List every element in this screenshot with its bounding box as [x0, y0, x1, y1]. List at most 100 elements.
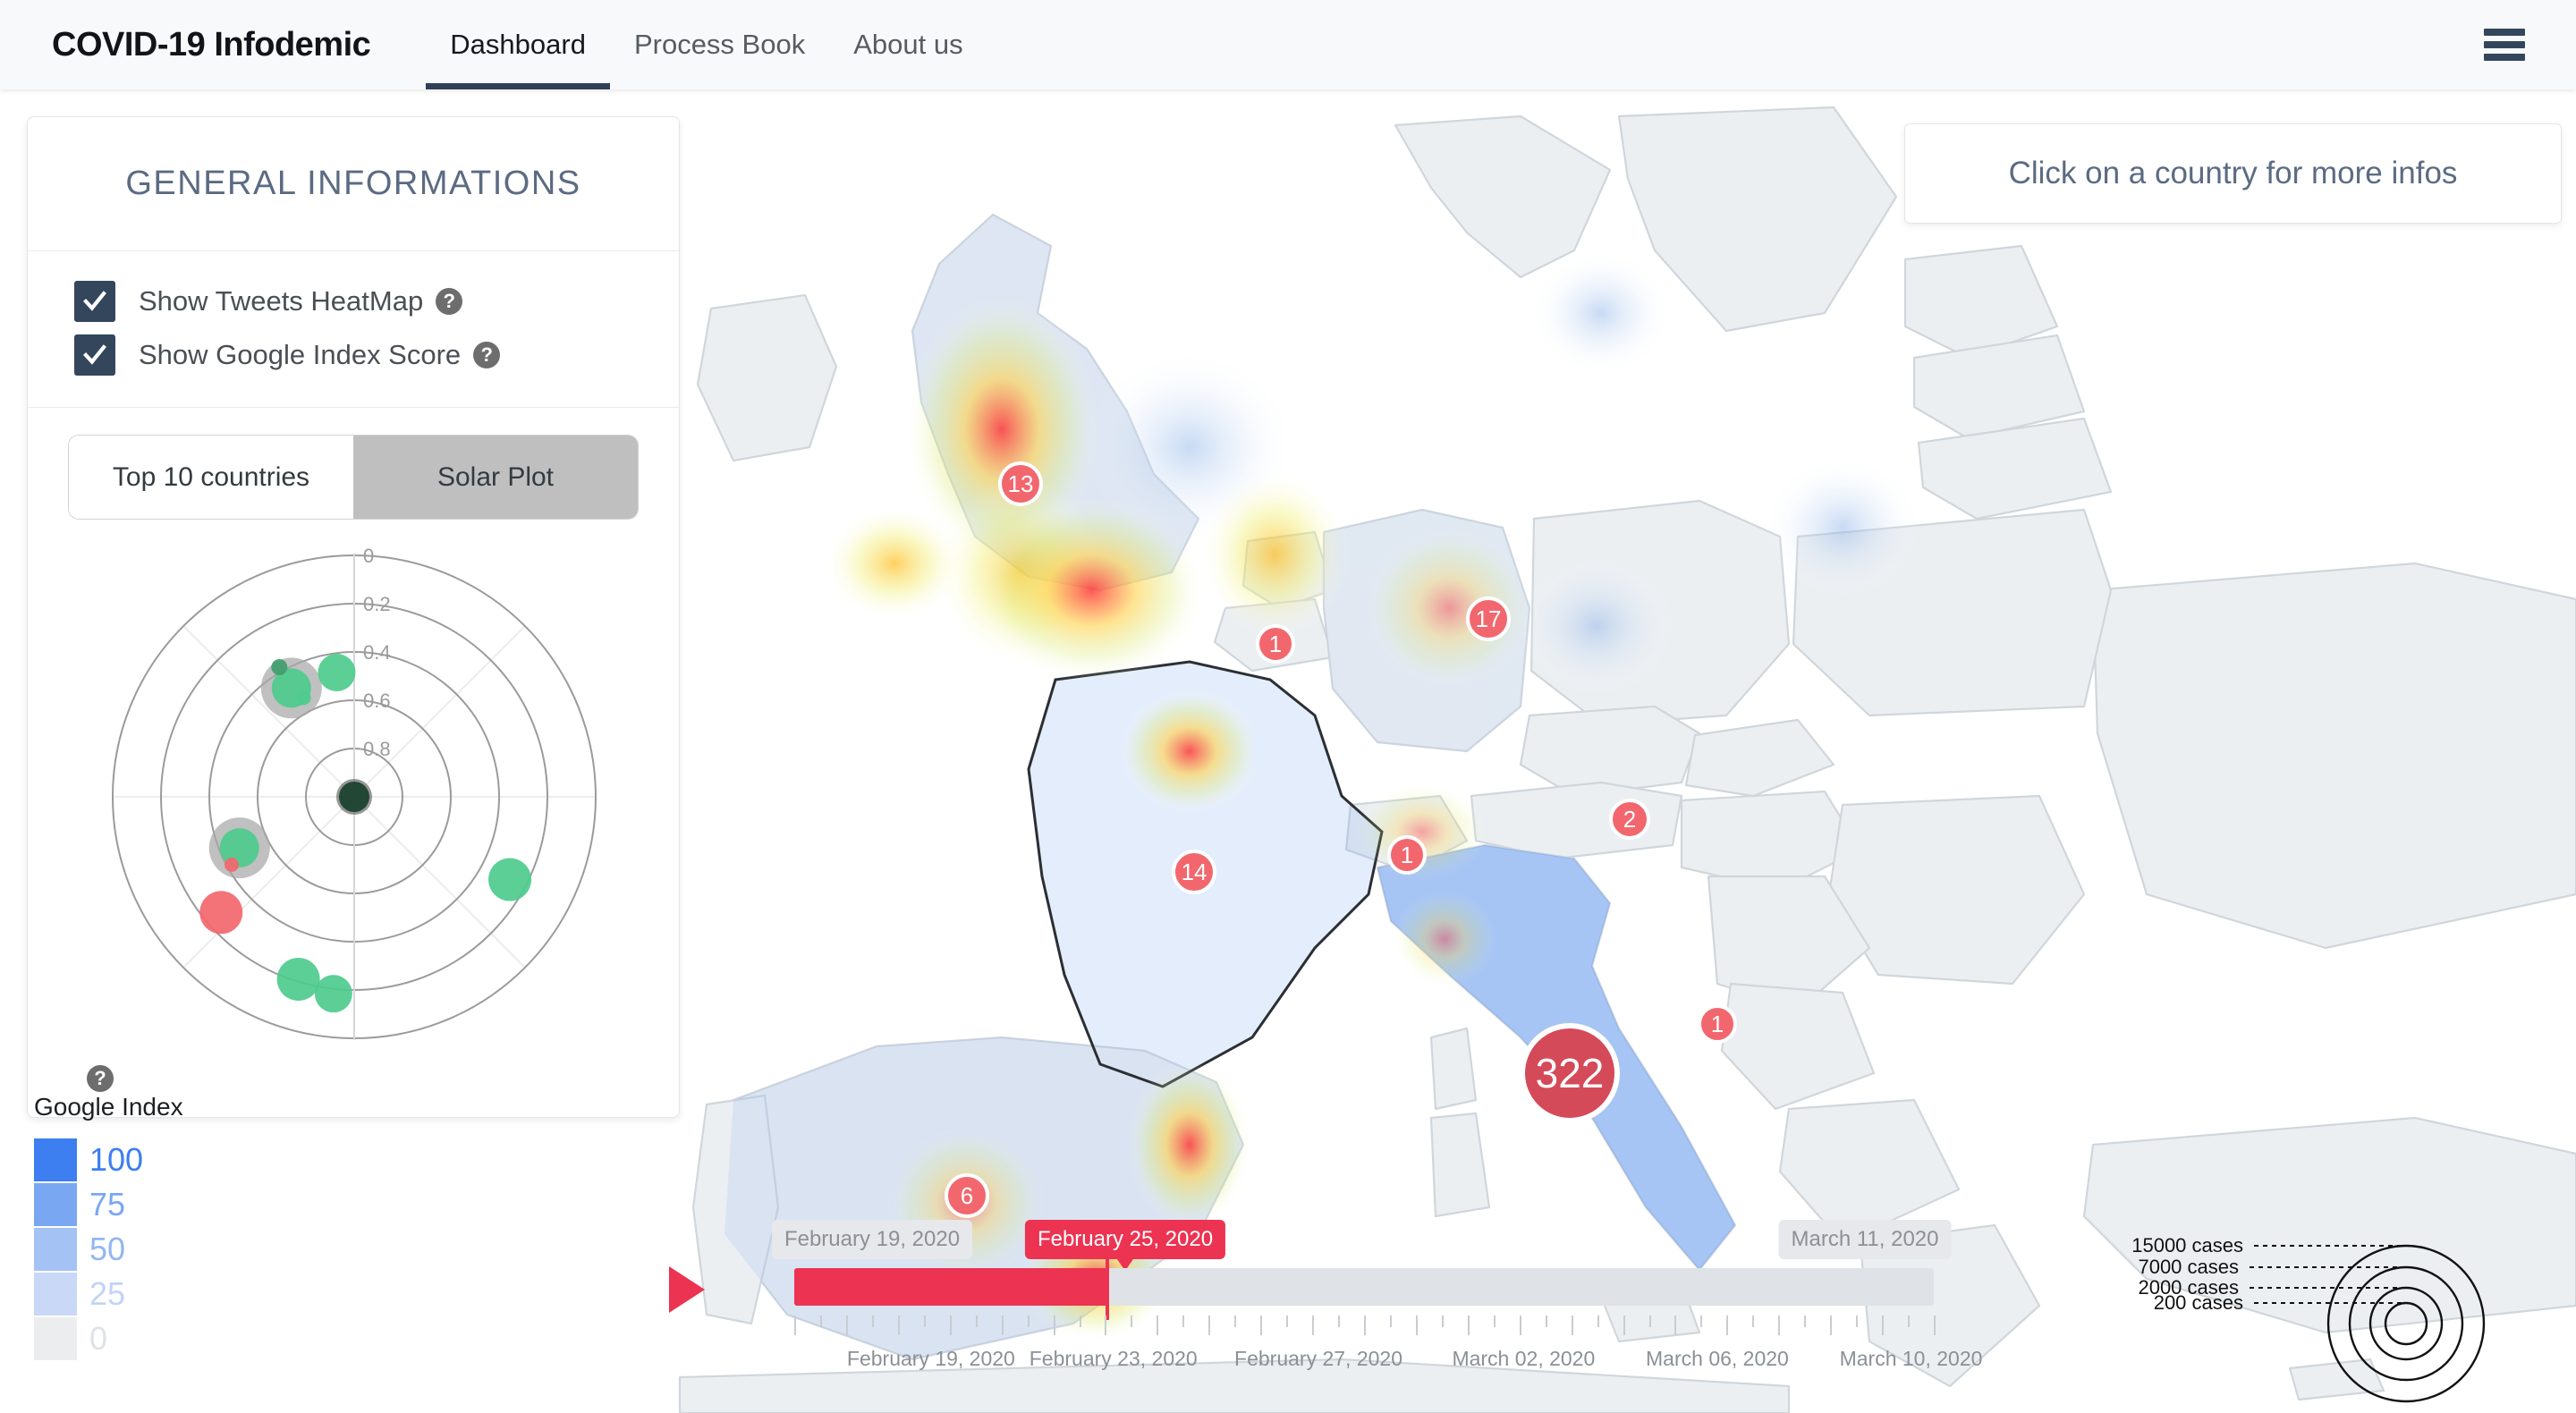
- timeline-tick: [1182, 1316, 1185, 1327]
- page-title: COVID-19 Infodemic: [52, 25, 371, 63]
- solar-plot[interactable]: 0 0.2 0.4 0.6 0.8: [28, 529, 679, 1065]
- panel-header: GENERAL INFORMATIONS: [28, 117, 679, 251]
- timeline-tick: [1571, 1316, 1573, 1335]
- general-information-panel: GENERAL INFORMATIONS Show Tweets HeatMap…: [27, 116, 680, 1118]
- map-bubble-spain[interactable]: 6: [945, 1173, 989, 1218]
- solar-point-3[interactable]: [318, 653, 356, 691]
- bubble-value: 6: [960, 1181, 974, 1209]
- bubble-value: 17: [1475, 605, 1502, 632]
- app-root: COVID-19 Infodemic Dashboard Process Boo…: [0, 0, 2576, 1413]
- country-info-panel: Click on a country for more infos: [1904, 123, 2562, 224]
- timeline-tick: [1389, 1316, 1392, 1327]
- solar-point-4[interactable]: [339, 782, 369, 812]
- timeline-tick: [1934, 1316, 1936, 1335]
- bubble-value: 14: [1181, 858, 1208, 885]
- solar-plot-svg: 0 0.2 0.4 0.6 0.8: [112, 545, 597, 1040]
- checkbox-google-index[interactable]: [74, 334, 115, 376]
- tab-solar-plot[interactable]: Solar Plot: [353, 436, 638, 519]
- solar-point-10[interactable]: [488, 858, 532, 901]
- radial-tick-4: 0.8: [363, 738, 391, 760]
- bubble-value: 13: [1007, 470, 1034, 497]
- timeline-tick: [949, 1316, 952, 1335]
- timeline-tick: [1027, 1316, 1030, 1327]
- map-bubble-switzerland[interactable]: 1: [1387, 835, 1427, 875]
- map-bubble-italy[interactable]: 322: [1520, 1023, 1620, 1123]
- legend-value: 100: [89, 1141, 144, 1178]
- map-bubble-austria[interactable]: 2: [1609, 799, 1650, 840]
- timeline-tick: [1778, 1316, 1781, 1335]
- help-icon-solar-plot[interactable]: ?: [87, 1065, 114, 1092]
- timeline-tick: [1752, 1316, 1755, 1327]
- timeline-tick: [1001, 1316, 1004, 1335]
- bubble-value: 322: [1535, 1050, 1605, 1096]
- navbar: COVID-19 Infodemic Dashboard Process Boo…: [0, 0, 2576, 89]
- timeline-handle[interactable]: [1106, 1254, 1110, 1320]
- radial-tick-1: 0.2: [363, 593, 391, 615]
- tick-label: February 19, 2020: [846, 1347, 1015, 1370]
- map-bubble-belgium[interactable]: 1: [1256, 624, 1295, 664]
- timeline-tick: [1726, 1316, 1729, 1335]
- timeline-tick: [794, 1316, 796, 1335]
- bubble-value: 1: [1400, 841, 1414, 868]
- tick-label: March 06, 2020: [1646, 1347, 1789, 1370]
- checkbox-label-google-index: Show Google Index Score: [139, 339, 462, 370]
- map-bubble-germany[interactable]: 17: [1466, 597, 1511, 641]
- help-icon-tweets-heatmap[interactable]: ?: [436, 288, 463, 315]
- panel-body: Show Tweets HeatMap ? Show Google Index …: [28, 251, 679, 1117]
- timeline-ticks: [794, 1316, 1936, 1335]
- checkbox-row-tweets-heatmap[interactable]: Show Tweets HeatMap ?: [28, 275, 679, 328]
- timeline-tick: [1830, 1316, 1833, 1335]
- timeline-tick: [1908, 1316, 1911, 1327]
- timeline-tick: [897, 1316, 900, 1335]
- timeline-tick: [975, 1316, 978, 1327]
- timeline-tick: [1338, 1316, 1341, 1327]
- tab-about-us[interactable]: About us: [829, 0, 987, 89]
- timeline-tick: [1364, 1316, 1366, 1335]
- timeline-tick: [1312, 1316, 1315, 1335]
- timeline-tick: [1234, 1316, 1237, 1327]
- timeline-tick: [871, 1316, 874, 1327]
- panel-title: GENERAL INFORMATIONS: [125, 165, 581, 202]
- solar-point-1[interactable]: [271, 659, 288, 676]
- timeline-track[interactable]: [794, 1254, 1934, 1320]
- timeline-tick: [1856, 1316, 1859, 1327]
- timeline-tick: [1597, 1316, 1599, 1327]
- timeline-tick: [1208, 1316, 1211, 1335]
- hamburger-icon[interactable]: [2484, 23, 2525, 66]
- solar-point-6[interactable]: [225, 857, 240, 872]
- play-icon[interactable]: [669, 1266, 705, 1313]
- timeline-start-badge: February 19, 2020: [771, 1220, 973, 1259]
- tab-dashboard[interactable]: Dashboard: [426, 0, 610, 89]
- tab-process-book[interactable]: Process Book: [610, 0, 829, 89]
- checkbox-row-google-index[interactable]: Show Google Index Score ?: [28, 328, 679, 382]
- timeline-current-badge: February 25, 2020: [1024, 1220, 1226, 1271]
- timeline-progress: [794, 1268, 1108, 1306]
- solar-point-8[interactable]: [276, 957, 320, 1001]
- map-bubble-france[interactable]: 14: [1172, 850, 1216, 894]
- solar-point-9[interactable]: [314, 975, 352, 1013]
- timeline-tick: [923, 1316, 926, 1327]
- map-bubble-croatia[interactable]: 1: [1698, 1004, 1737, 1044]
- bubble-value: 1: [1268, 630, 1283, 657]
- timeline-tick: [1648, 1316, 1651, 1327]
- timeline-end-badge: March 11, 2020: [1778, 1220, 1952, 1259]
- timeline-tick: [1467, 1316, 1470, 1335]
- timeline-tick: [1493, 1316, 1496, 1327]
- timeline-tick: [1105, 1316, 1107, 1335]
- checkbox-tweets-heatmap[interactable]: [74, 281, 115, 322]
- tab-top-10-countries[interactable]: Top 10 countries: [69, 436, 353, 519]
- bubble-value: 1: [1710, 1010, 1724, 1037]
- timeline-tick: [1623, 1316, 1625, 1335]
- solar-point-7[interactable]: [199, 891, 243, 935]
- timeline-tick: [1079, 1316, 1081, 1327]
- timeline-tick: [1260, 1316, 1263, 1335]
- help-icon-google-index[interactable]: ?: [473, 342, 501, 368]
- map-bubble-united-kingdom[interactable]: 13: [998, 461, 1043, 506]
- country-info-hint: Click on a country for more infos: [2008, 156, 2458, 190]
- check-icon: [82, 344, 106, 365]
- radial-tick-0: 0: [363, 545, 374, 567]
- timeline-tick: [1441, 1316, 1444, 1327]
- legend-item: 100: [34, 1138, 183, 1182]
- solar-point-2[interactable]: [296, 690, 311, 706]
- timeline-tick: [1674, 1316, 1677, 1335]
